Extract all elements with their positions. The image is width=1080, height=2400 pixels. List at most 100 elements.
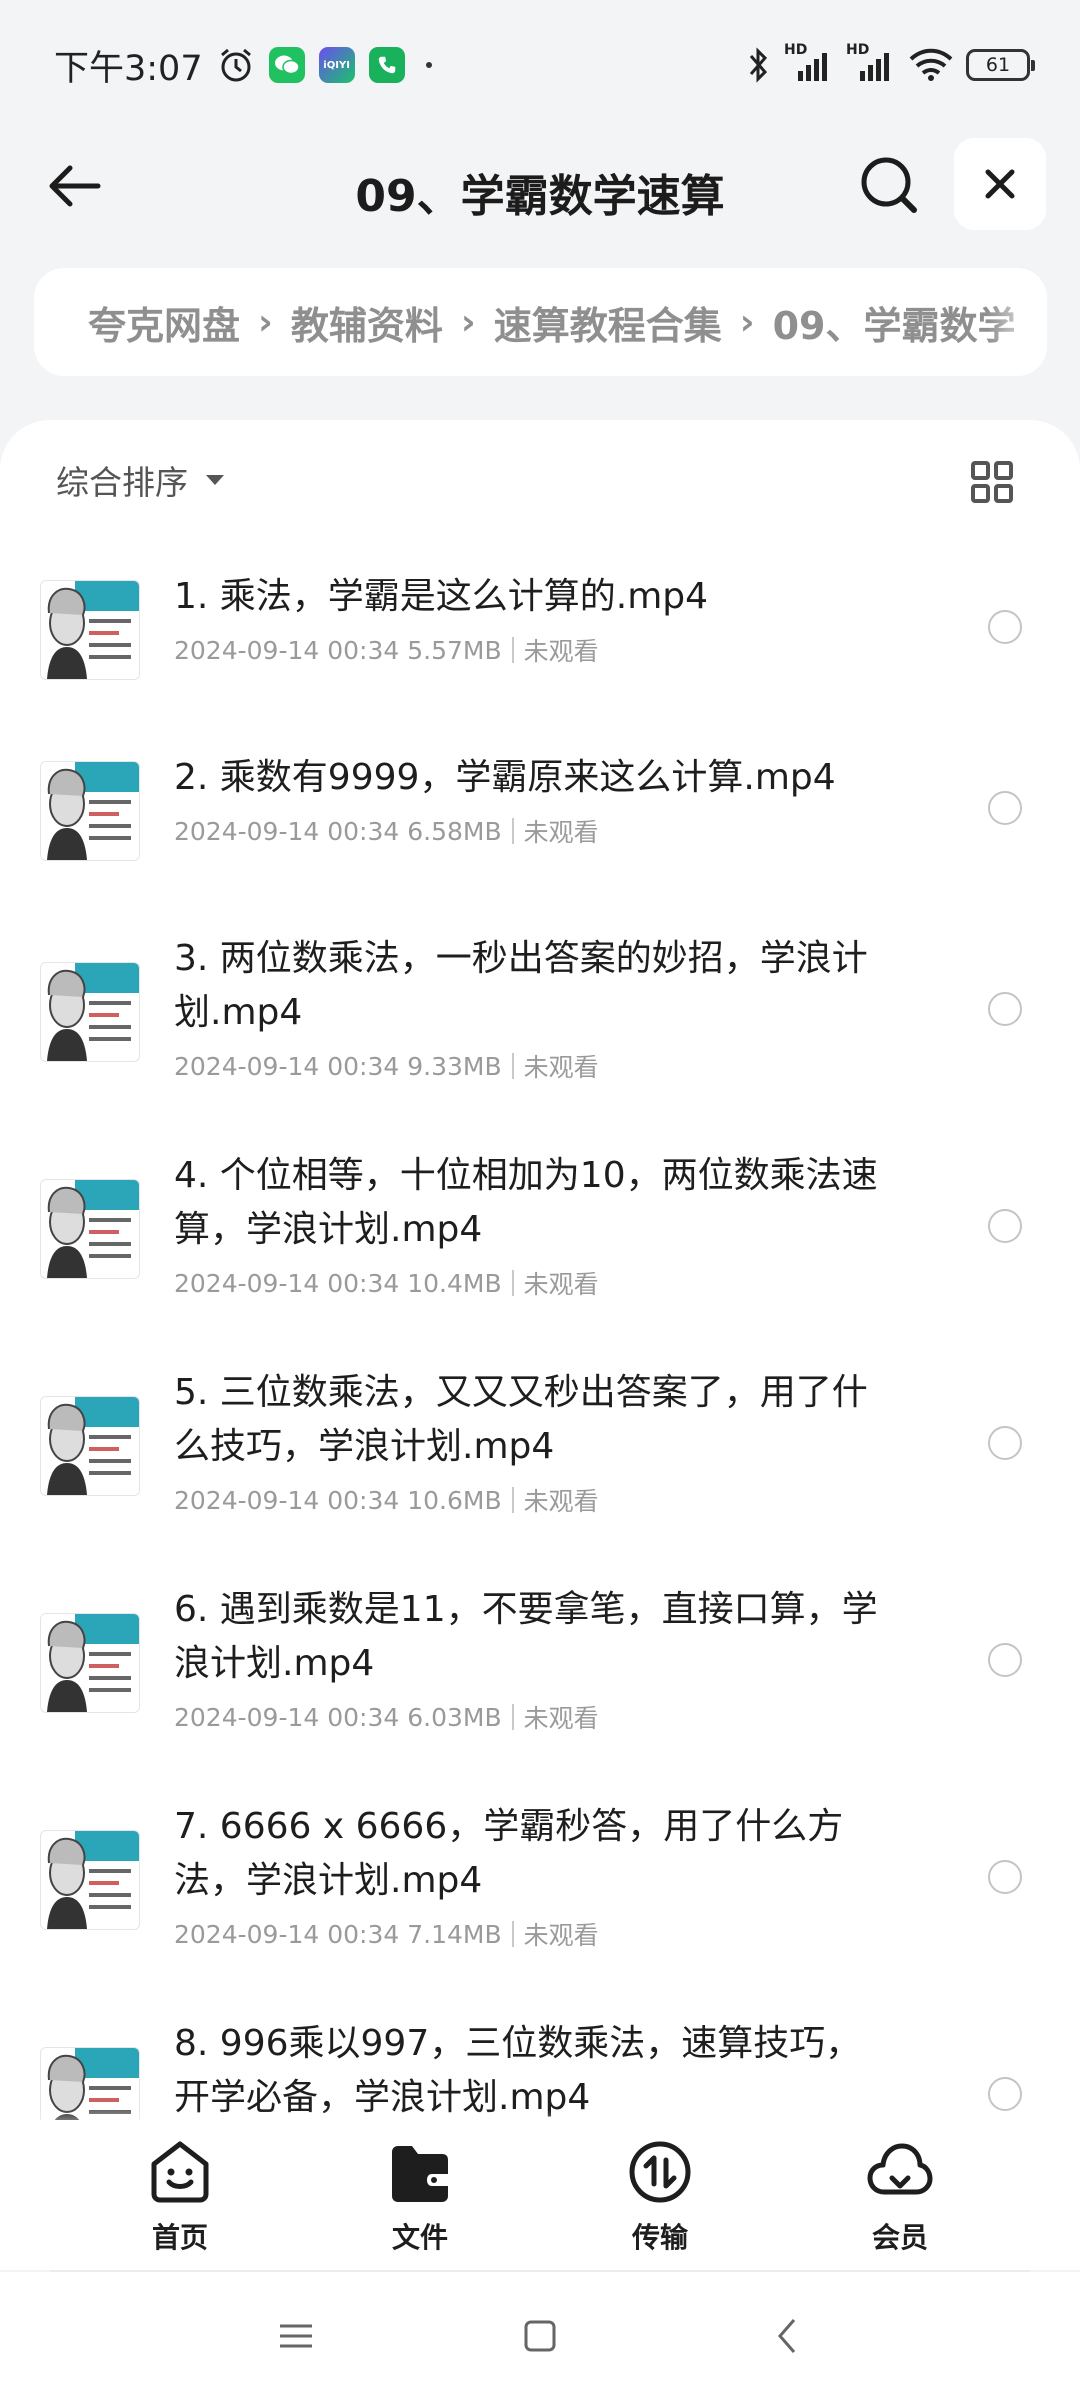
bottom-nav: 首页 文件 传输 会员 <box>0 2120 1080 2270</box>
status-bar: 下午3:07 iQIYI HD HD 61 <box>0 0 1080 130</box>
file-row[interactable]: 4. 个位相等，十位相加为10，两位数乘法速算，学浪计划.mp4 2024-09… <box>0 1149 1080 1366</box>
breadcrumb-item[interactable]: 09、学霸数学 <box>773 295 1016 350</box>
file-meta: 2024-09-14 00:34 5.57MB 未观看 <box>174 632 599 668</box>
select-radio[interactable] <box>988 1426 1022 1460</box>
file-row[interactable]: 8. 996乘以997，三位数乘法，速算技巧，开学必备，学浪计划.mp4 <box>0 2017 1080 2120</box>
file-name: 2. 乘数有9999，学霸原来这么计算.mp4 <box>174 757 836 798</box>
nav-label: 文件 <box>391 2221 448 2254</box>
file-list: 1. 乘法，学霸是这么计算的.mp4 2024-09-14 00:34 5.57… <box>0 570 1080 2120</box>
select-radio[interactable] <box>988 791 1022 825</box>
caret-down-icon <box>206 475 224 485</box>
watch-status: 未观看 <box>523 1053 599 1082</box>
bluetooth-icon <box>746 45 772 85</box>
file-row[interactable]: 7. 6666 x 6666，学霸秒答，用了什么方法，学浪计划.mp4 2024… <box>0 1800 1080 2017</box>
file-meta: 2024-09-14 00:34 7.14MB 未观看 <box>174 1916 599 1952</box>
file-row[interactable]: 2. 乘数有9999，学霸原来这么计算.mp4 2024-09-14 00:34… <box>0 751 1080 932</box>
watch-status: 未观看 <box>523 1487 599 1516</box>
select-radio[interactable] <box>988 1860 1022 1894</box>
phone-icon <box>368 47 405 83</box>
nav-label: 传输 <box>631 2221 688 2254</box>
file-date: 2024-09-14 00:34 <box>174 1485 400 1515</box>
file-row[interactable]: 3. 两位数乘法，一秒出答案的妙招，学浪计划.mp4 2024-09-14 00… <box>0 932 1080 1149</box>
breadcrumb-item[interactable]: 速算教程合集 <box>494 295 722 350</box>
file-name: 6. 遇到乘数是11，不要拿笔，直接口算，学浪计划.mp4 <box>174 1589 878 1684</box>
select-radio[interactable] <box>988 610 1022 644</box>
chevron-left-icon <box>778 2319 796 2353</box>
file-name: 3. 两位数乘法，一秒出答案的妙招，学浪计划.mp4 <box>174 938 868 1033</box>
video-thumbnail <box>40 580 140 680</box>
breadcrumb: 夸克网盘 › 教辅资料 › 速算教程合集 › 09、学霸数学 <box>34 268 1047 376</box>
file-name: 5. 三位数乘法，又又又秒出答案了，用了什么技巧，学浪计划.mp4 <box>174 1372 868 1467</box>
transfer-icon <box>629 2141 691 2203</box>
nav-home[interactable]: 首页 <box>90 2138 270 2270</box>
file-row[interactable]: 1. 乘法，学霸是这么计算的.mp4 2024-09-14 00:34 5.57… <box>0 570 1080 751</box>
watch-status: 未观看 <box>523 1704 599 1733</box>
file-name: 7. 6666 x 6666，学霸秒答，用了什么方法，学浪计划.mp4 <box>174 1806 844 1901</box>
home-button[interactable] <box>520 2316 560 2356</box>
file-size: 5.57MB <box>407 635 502 665</box>
nav-member[interactable]: 会员 <box>810 2138 990 2270</box>
file-size: 6.58MB <box>407 816 502 846</box>
folder-icon <box>392 2146 448 2202</box>
file-row[interactable]: 6. 遇到乘数是11，不要拿笔，直接口算，学浪计划.mp4 2024-09-14… <box>0 1583 1080 1800</box>
menu-icon <box>280 2324 312 2348</box>
file-name: 8. 996乘以997，三位数乘法，速算技巧，开学必备，学浪计划.mp4 <box>174 2023 862 2118</box>
grid-icon <box>971 461 1013 503</box>
sort-label: 综合排序 <box>56 463 188 502</box>
file-date: 2024-09-14 00:34 <box>174 1268 400 1298</box>
file-size: 6.03MB <box>407 1702 502 1732</box>
file-name: 1. 乘法，学霸是这么计算的.mp4 <box>174 576 709 617</box>
select-radio[interactable] <box>988 1643 1022 1677</box>
video-thumbnail <box>40 1179 140 1279</box>
menu-button[interactable] <box>276 2316 316 2356</box>
watch-status: 未观看 <box>523 637 599 666</box>
header: 09、学霸数学速算 <box>0 138 1080 234</box>
file-meta: 2024-09-14 00:34 10.6MB 未观看 <box>174 1482 599 1518</box>
nav-transfer[interactable]: 传输 <box>570 2138 750 2270</box>
nav-label: 会员 <box>871 2221 928 2254</box>
file-date: 2024-09-14 00:34 <box>174 1919 400 1949</box>
video-thumbnail <box>40 1830 140 1930</box>
breadcrumb-item[interactable]: 教辅资料 <box>291 295 443 350</box>
select-radio[interactable] <box>988 992 1022 1026</box>
nav-files[interactable]: 文件 <box>330 2138 510 2270</box>
file-size: 10.6MB <box>407 1485 502 1515</box>
select-radio[interactable] <box>988 2077 1022 2111</box>
signal-1-icon: HD <box>784 43 834 83</box>
list-fade <box>0 2110 1080 2120</box>
close-button[interactable] <box>954 138 1046 230</box>
watch-status: 未观看 <box>523 818 599 847</box>
square-icon <box>524 2320 556 2352</box>
watch-status: 未观看 <box>523 1270 599 1299</box>
close-icon <box>985 169 1015 199</box>
status-right: HD HD 61 <box>746 42 1035 85</box>
hd-label-2: HD <box>846 42 870 58</box>
status-time: 下午3:07 <box>54 48 203 89</box>
file-date: 2024-09-14 00:34 <box>174 635 400 665</box>
battery-indicator: 61 <box>966 49 1035 81</box>
sort-dropdown[interactable]: 综合排序 <box>56 456 226 504</box>
iqiyi-icon: iQIYI <box>318 47 355 83</box>
wifi-icon <box>908 47 954 83</box>
breadcrumb-fade <box>987 268 1047 376</box>
status-left: 下午3:07 iQIYI <box>54 40 439 91</box>
search-icon <box>861 157 917 213</box>
file-meta: 2024-09-14 00:34 6.58MB 未观看 <box>174 813 599 849</box>
file-date: 2024-09-14 00:34 <box>174 816 400 846</box>
select-radio[interactable] <box>988 1209 1022 1243</box>
search-button[interactable] <box>856 152 922 218</box>
cloud-icon <box>867 2143 933 2195</box>
file-date: 2024-09-14 00:34 <box>174 1702 400 1732</box>
nav-label: 首页 <box>151 2221 208 2254</box>
iqiyi-badge-text: iQIYI <box>323 59 350 71</box>
video-thumbnail <box>40 1396 140 1496</box>
system-nav-bar <box>0 2272 1080 2400</box>
system-back-button[interactable] <box>768 2316 808 2356</box>
grid-view-button[interactable] <box>970 460 1014 504</box>
video-thumbnail <box>40 962 140 1062</box>
file-row[interactable]: 5. 三位数乘法，又又又秒出答案了，用了什么技巧，学浪计划.mp4 2024-0… <box>0 1366 1080 1583</box>
breadcrumb-item[interactable]: 夸克网盘 <box>88 295 240 350</box>
file-meta: 2024-09-14 00:34 6.03MB 未观看 <box>174 1699 599 1735</box>
file-panel: 综合排序 1. 乘法，学霸是这么计算的.mp4 2024-09-14 00:34… <box>0 420 1080 2120</box>
file-size: 7.14MB <box>407 1919 502 1949</box>
